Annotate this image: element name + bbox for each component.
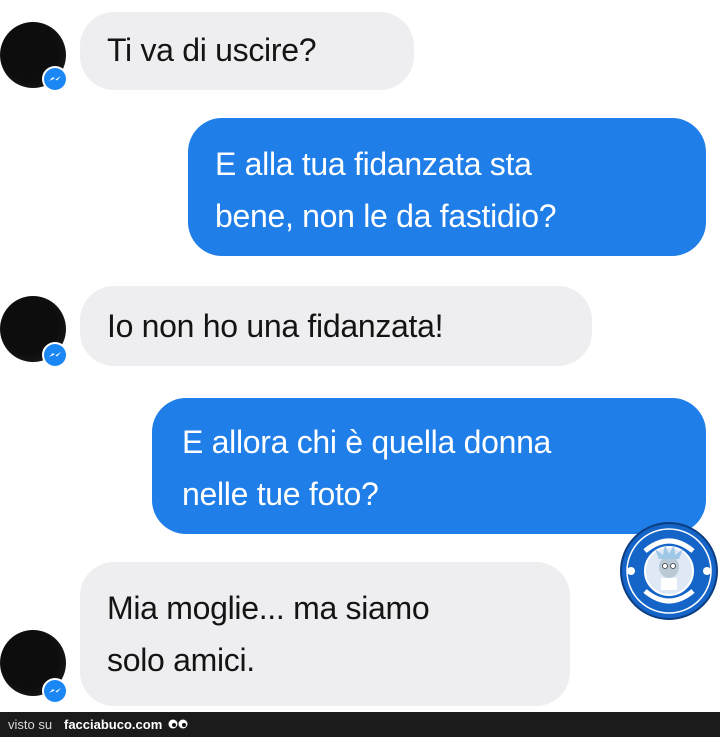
- footer-site-link[interactable]: facciabuco.com: [64, 712, 162, 737]
- rovinare-relazioni-logo: [620, 522, 718, 620]
- eyes-icon: [168, 719, 188, 729]
- sent-message: E alla tua fidanzata sta bene, non le da…: [188, 118, 706, 256]
- received-message: Ti va di uscire?: [80, 12, 414, 90]
- received-message: Io non ho una fidanzata!: [80, 286, 592, 366]
- message-line: E alla tua fidanzata sta: [215, 146, 532, 182]
- footer-visto-su: visto su: [8, 717, 53, 732]
- message-line: bene, non le da fastidio?: [215, 198, 557, 234]
- message-line: nelle tue foto?: [182, 476, 379, 512]
- message-text: Io non ho una fidanzata!: [107, 308, 444, 344]
- chat-thread: Ti va di uscire? E alla tua fidanzata st…: [0, 0, 720, 712]
- messenger-icon: [42, 66, 68, 92]
- message-text: Ti va di uscire?: [107, 32, 317, 68]
- messenger-icon: [42, 342, 68, 368]
- sent-message: E allora chi è quella donna nelle tue fo…: [152, 398, 706, 534]
- message-line: E allora chi è quella donna: [182, 424, 552, 460]
- messenger-icon: [42, 678, 68, 704]
- message-line: Mia moglie... ma siamo: [107, 590, 430, 626]
- footer-bar: visto su facciabuco.com: [0, 712, 720, 737]
- message-line: solo amici.: [107, 642, 255, 678]
- received-message: Mia moglie... ma siamo solo amici.: [80, 562, 570, 706]
